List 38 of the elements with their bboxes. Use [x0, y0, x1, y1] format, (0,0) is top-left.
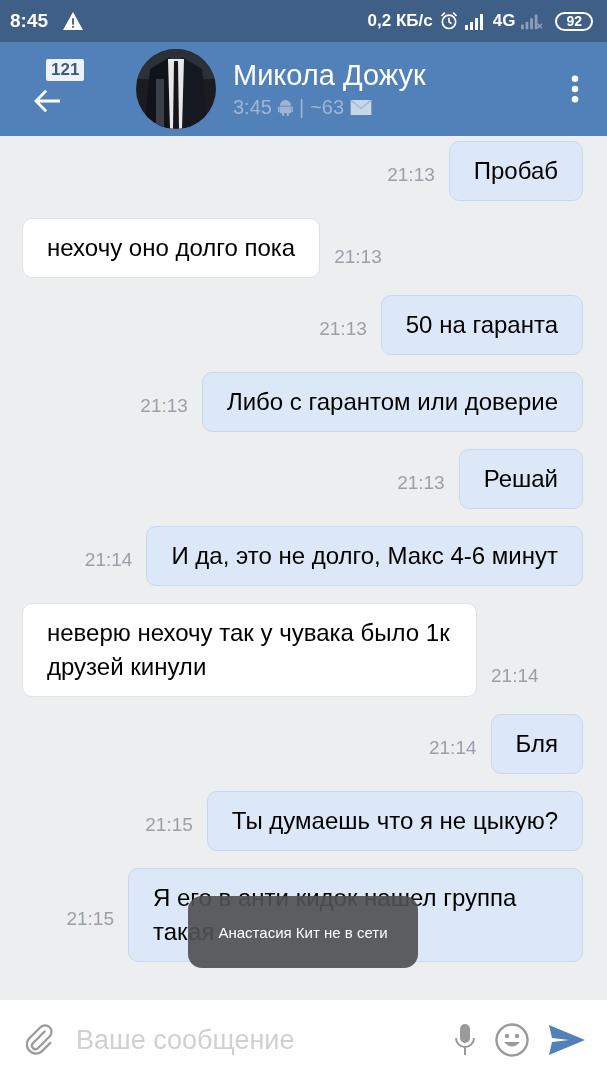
clock-time: 8:45 — [10, 10, 49, 32]
battery-indicator: 92 — [555, 11, 593, 31]
signal-icon — [521, 12, 544, 30]
alarm-icon — [438, 11, 459, 31]
message-time: 21:13 — [319, 318, 367, 340]
menu-icon[interactable] — [571, 75, 579, 103]
message-time: 21:14 — [84, 549, 133, 571]
message-count: ~63 — [310, 96, 345, 119]
emoji-icon[interactable] — [495, 1023, 529, 1057]
message-bubble: Бля — [490, 714, 583, 774]
message-time: 21:13 — [334, 246, 382, 268]
unread-badge: 121 — [46, 59, 85, 81]
message-bubble: 50 на гаранта — [380, 295, 583, 355]
message-bubble: Пробаб — [448, 141, 583, 201]
message-time: 21:14 — [428, 737, 477, 759]
network-speed: 0,2 КБ/с — [367, 11, 433, 31]
message-time: 21:15 — [145, 814, 193, 836]
message-time: 21:13 — [140, 395, 188, 417]
warning-icon — [62, 11, 85, 31]
message-bubble: Либо с гарантом или доверие — [201, 372, 583, 432]
microphone-icon[interactable] — [455, 1024, 475, 1056]
separator-text: | — [298, 96, 305, 119]
message-time: 21:14 — [491, 665, 539, 687]
last-seen-time: 3:45 — [233, 96, 272, 119]
message-bubble: Решай — [458, 449, 583, 509]
message-bubble: Ты думаешь что я не цыкую? — [206, 791, 583, 851]
envelope-icon — [350, 100, 373, 115]
send-icon[interactable] — [549, 1025, 585, 1055]
message-bubble: И да, это не долго, Макс 4-6 минут — [146, 526, 583, 586]
message-bubble: нехочу оно долго пока — [22, 218, 321, 278]
message-time: 21:13 — [397, 472, 445, 494]
contact-name: Микола Дожук — [233, 59, 427, 92]
message-bubble: неверю нехочу так у чувака было 1к друзей кинули — [22, 603, 477, 697]
android-icon — [277, 99, 293, 116]
network-type: 4G — [492, 11, 516, 31]
message-time: 21:13 — [387, 164, 435, 186]
back-arrow-icon[interactable] — [34, 89, 62, 113]
message-time: 21:15 — [66, 908, 114, 930]
